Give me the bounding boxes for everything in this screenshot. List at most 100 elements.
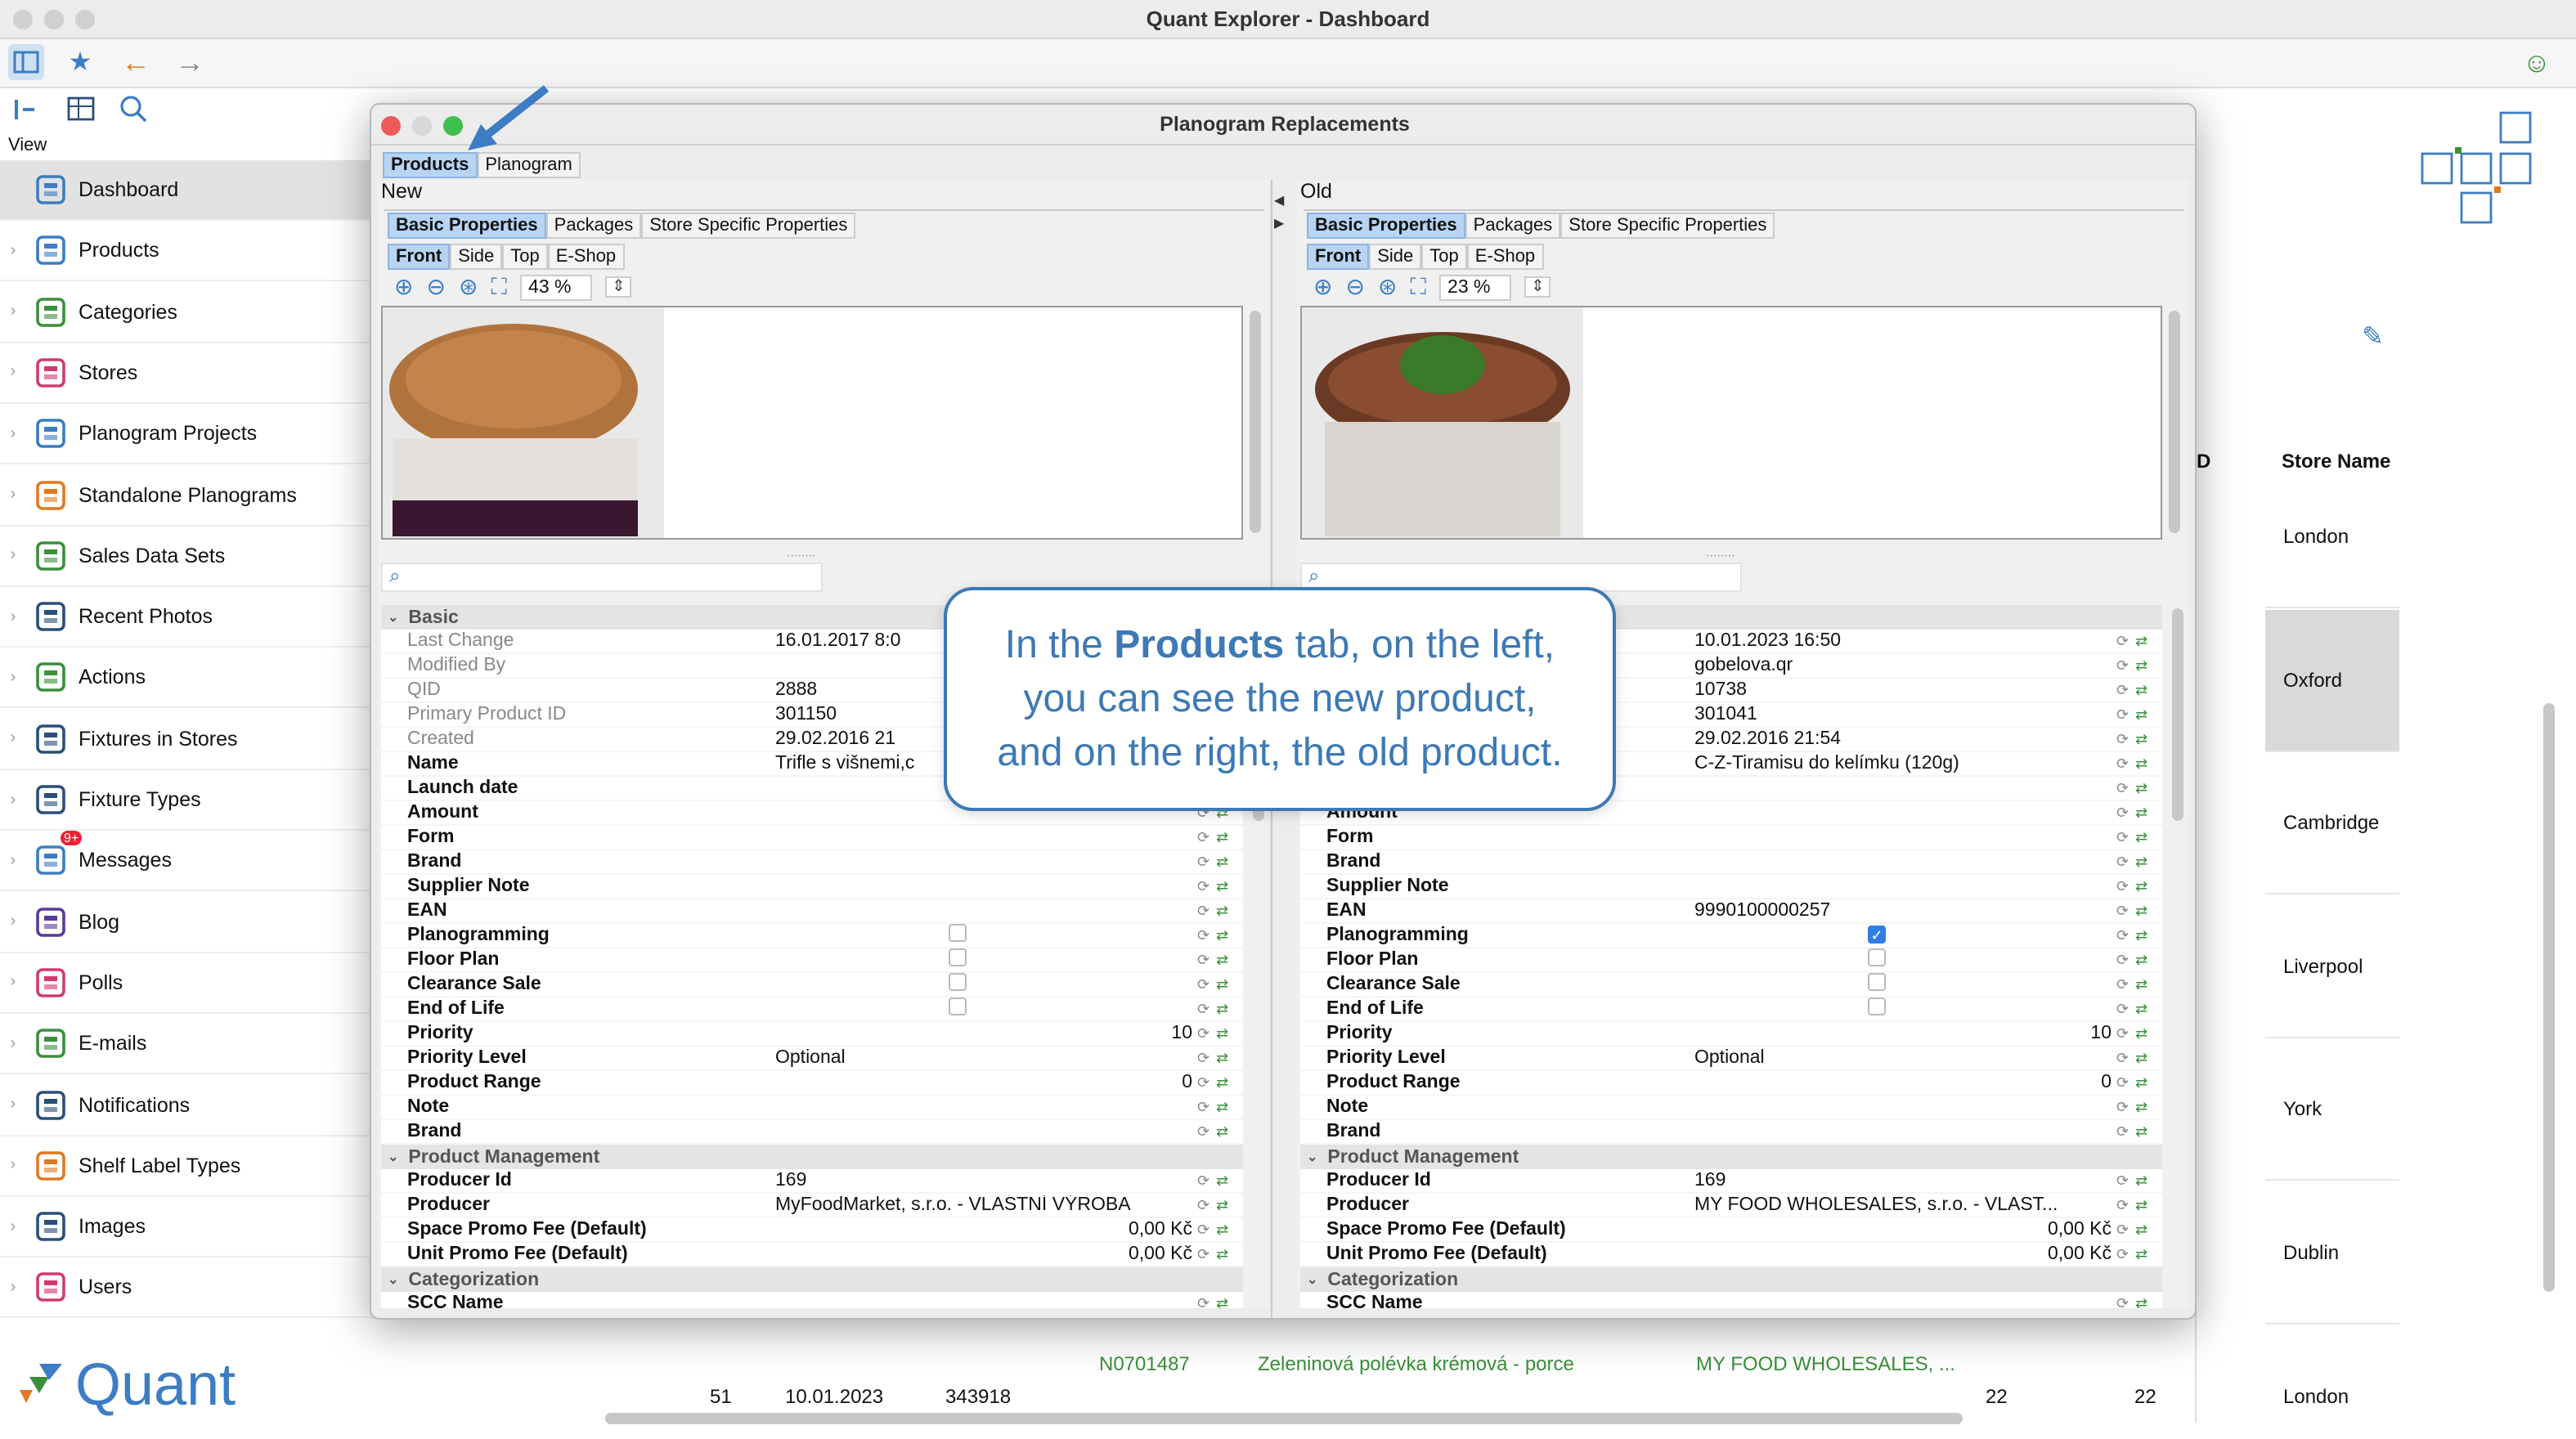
resize-grip[interactable]: ∙∙∙∙∙∙∙∙ <box>787 548 816 563</box>
row-action-icons[interactable]: ⟳⇄ <box>1197 1123 1243 1141</box>
refresh-icon[interactable]: ⟳ <box>2116 779 2129 797</box>
checkbox[interactable] <box>949 924 967 942</box>
row-action-icons[interactable]: ⟳⇄ <box>2116 755 2162 773</box>
product-image-box[interactable] <box>381 306 1243 540</box>
copy-icon[interactable]: ⇄ <box>1216 828 1228 846</box>
property-row[interactable]: Unit Promo Fee (Default) 0,00 Kč ⟳ ⇄ <box>381 1243 1243 1267</box>
property-row[interactable]: SCC Name ⟳ ⇄ <box>1300 1292 2162 1308</box>
row-action-icons[interactable]: ⟳⇄ <box>2116 632 2162 650</box>
expand-chevron-icon[interactable]: › <box>3 974 23 992</box>
property-row[interactable]: Brand ⟳ ⇄ <box>381 1120 1243 1145</box>
copy-icon[interactable]: ⇄ <box>1216 1049 1228 1067</box>
copy-icon[interactable]: ⇄ <box>2135 706 2147 724</box>
row-action-icons[interactable]: ⟳⇄ <box>1197 1196 1243 1214</box>
expand-chevron-icon[interactable]: › <box>3 486 23 504</box>
view-e-shop[interactable]: E-Shop <box>547 244 625 270</box>
refresh-icon[interactable]: ⟳ <box>1197 1000 1209 1018</box>
zoom-stepper[interactable]: ⇕ <box>1524 276 1551 298</box>
property-row[interactable]: EAN ⟳ ⇄ <box>381 899 1243 924</box>
sidebar-item-categories[interactable]: › Categories <box>0 282 376 343</box>
property-row[interactable]: Supplier Note ⟳ ⇄ <box>1300 875 2162 899</box>
refresh-icon[interactable]: ⟳ <box>1197 1245 1209 1263</box>
row-action-icons[interactable]: ⟳⇄ <box>2116 730 2162 748</box>
refresh-icon[interactable]: ⟳ <box>1197 1294 1209 1308</box>
refresh-icon[interactable]: ⟳ <box>2116 828 2129 846</box>
row-action-icons[interactable]: ⟳⇄ <box>2116 804 2162 822</box>
zoom-in-icon[interactable]: ⊕ <box>394 273 413 301</box>
copy-icon[interactable]: ⇄ <box>2135 853 2147 871</box>
copy-icon[interactable]: ⇄ <box>2135 926 2147 944</box>
property-row[interactable]: Clearance Sale ⟳ ⇄ <box>381 973 1243 997</box>
copy-icon[interactable]: ⇄ <box>2135 681 2147 699</box>
view-top[interactable]: Top <box>1421 244 1467 270</box>
property-row[interactable]: End of Life ⟳ ⇄ <box>381 997 1243 1022</box>
property-row[interactable]: Unit Promo Fee (Default) 0,00 Kč ⟳ ⇄ <box>1300 1243 2162 1267</box>
checkbox[interactable] <box>1868 973 1886 991</box>
copy-icon[interactable]: ⇄ <box>2135 1245 2147 1263</box>
structure-diagram-icon[interactable] <box>2421 111 2538 226</box>
refresh-icon[interactable]: ⟳ <box>1197 828 1209 846</box>
view-front[interactable]: Front <box>388 244 451 270</box>
expand-chevron-icon[interactable]: › <box>3 424 23 442</box>
copy-icon[interactable]: ⇄ <box>2135 975 2147 993</box>
copy-icon[interactable]: ⇄ <box>2135 779 2147 797</box>
copy-icon[interactable]: ⇄ <box>2135 1172 2147 1190</box>
expand-chevron-icon[interactable]: › <box>3 1096 23 1114</box>
property-row[interactable]: SCC Name ⟳ ⇄ <box>381 1292 1243 1308</box>
copy-icon[interactable]: ⇄ <box>1216 1221 1228 1239</box>
prop-value[interactable]: 9990100000257 <box>1694 901 2116 921</box>
sidebar-item-shelf-label-types[interactable]: › Shelf Label Types <box>0 1136 376 1197</box>
checkbox[interactable] <box>949 997 967 1015</box>
expand-chevron-icon[interactable]: › <box>3 242 23 260</box>
smiley-icon[interactable]: ☺ <box>2519 46 2555 82</box>
expand-chevron-icon[interactable]: › <box>3 547 23 565</box>
prop-value[interactable]: 0 <box>775 1073 1197 1092</box>
prop-value[interactable]: MyFoodMarket, s.r.o. - VLASTNÍ VÝROBA <box>775 1195 1197 1215</box>
row-action-icons[interactable]: ⟳⇄ <box>2116 1294 2162 1308</box>
refresh-icon[interactable]: ⟳ <box>2116 1024 2129 1042</box>
property-row[interactable]: Clearance Sale ⟳ ⇄ <box>1300 973 2162 997</box>
property-row[interactable]: Floor Plan ⟳ ⇄ <box>381 948 1243 973</box>
sidebar-item-actions[interactable]: › Actions <box>0 648 376 709</box>
expand-chevron-icon[interactable]: › <box>3 912 23 930</box>
row-action-icons[interactable]: ⟳⇄ <box>2116 1221 2162 1239</box>
prop-value[interactable]: Optional <box>1694 1048 2116 1068</box>
prop-value[interactable]: 301041 <box>1694 705 2116 724</box>
property-row[interactable]: Producer Id 169 ⟳ ⇄ <box>1300 1169 2162 1194</box>
property-row[interactable]: Brand ⟳ ⇄ <box>381 850 1243 875</box>
sidebar-item-fixtures-in-stores[interactable]: › Fixtures in Stores <box>0 709 376 770</box>
refresh-icon[interactable]: ⟳ <box>1197 975 1209 993</box>
expand-chevron-icon[interactable]: › <box>3 1034 23 1052</box>
row-action-icons[interactable]: ⟳⇄ <box>2116 1123 2162 1141</box>
row-action-icons[interactable]: ⟳⇄ <box>2116 902 2162 920</box>
store-name-cell[interactable]: Oxford <box>2265 609 2399 751</box>
copy-icon[interactable]: ⇄ <box>2135 951 2147 969</box>
refresh-icon[interactable]: ⟳ <box>2116 657 2129 675</box>
row-action-icons[interactable]: ⟳⇄ <box>2116 1196 2162 1214</box>
refresh-icon[interactable]: ⟳ <box>2116 853 2129 871</box>
copy-icon[interactable]: ⇄ <box>2135 1123 2147 1141</box>
row-action-icons[interactable]: ⟳⇄ <box>1197 1000 1243 1018</box>
properties-scrollbar[interactable] <box>2172 608 2183 821</box>
property-row[interactable]: End of Life ⟳ ⇄ <box>1300 997 2162 1022</box>
property-row[interactable]: Brand ⟳ ⇄ <box>1300 850 2162 875</box>
refresh-icon[interactable]: ⟳ <box>1197 1196 1209 1214</box>
section-header[interactable]: ⌄ Categorization <box>381 1267 1243 1292</box>
zoom-actual-icon[interactable]: ⊛ <box>1378 273 1397 301</box>
store-name-cell[interactable]: York <box>2265 1038 2399 1181</box>
row-action-icons[interactable]: ⟳⇄ <box>1197 975 1243 993</box>
expand-chevron-icon[interactable]: › <box>3 364 23 382</box>
subtab-store-specific-properties[interactable]: Store Specific Properties <box>641 213 856 239</box>
zoom-field[interactable]: 43 % <box>520 274 593 300</box>
refresh-icon[interactable]: ⟳ <box>2116 1196 2129 1214</box>
view-side[interactable]: Side <box>1369 244 1422 270</box>
row-action-icons[interactable]: ⟳⇄ <box>1197 1221 1243 1239</box>
row-action-icons[interactable]: ⟳⇄ <box>2116 926 2162 944</box>
refresh-icon[interactable]: ⟳ <box>2116 1074 2129 1092</box>
prop-value[interactable]: 10.01.2023 16:50 <box>1694 631 2116 651</box>
refresh-icon[interactable]: ⟳ <box>2116 1049 2129 1067</box>
back-arrow-icon[interactable]: ← <box>118 44 154 80</box>
row-action-icons[interactable]: ⟳⇄ <box>1197 877 1243 895</box>
row-action-icons[interactable]: ⟳⇄ <box>1197 1172 1243 1190</box>
copy-icon[interactable]: ⇄ <box>1216 902 1228 920</box>
